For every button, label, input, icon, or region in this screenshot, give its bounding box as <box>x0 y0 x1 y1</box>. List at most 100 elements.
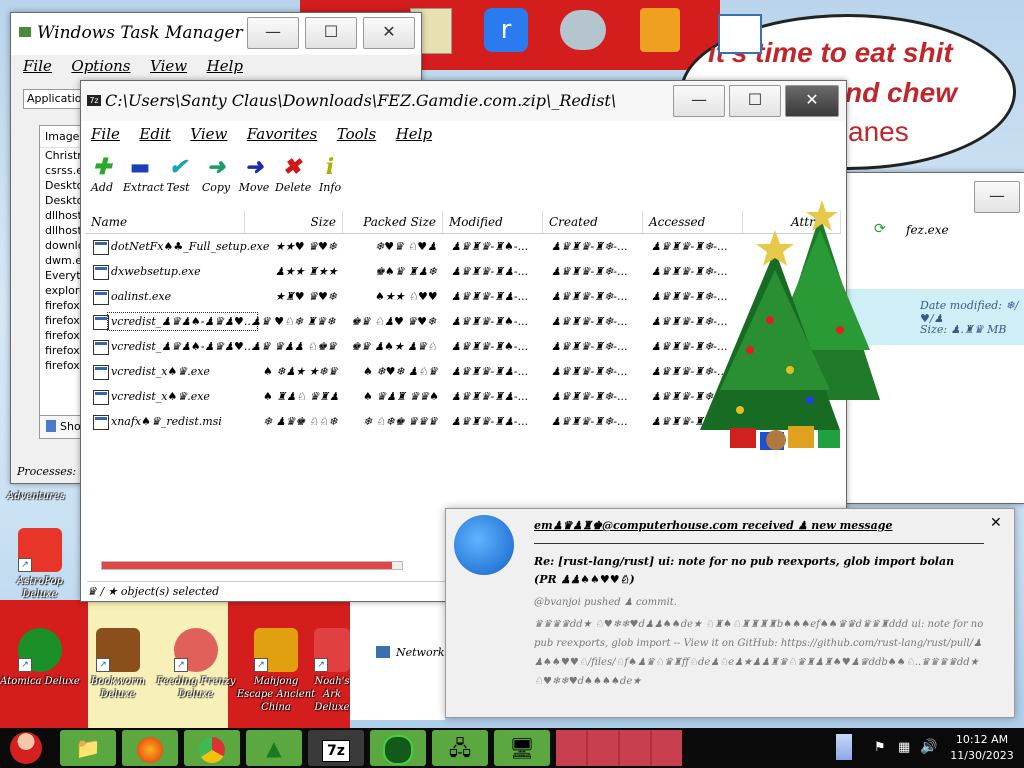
menu-tools[interactable]: Tools <box>337 125 376 143</box>
horizontal-scrollbar[interactable] <box>101 561 403 570</box>
file-packed-size: ♚♛ ♟♠★ ♟♛♘ <box>351 340 437 353</box>
network-label[interactable]: Network <box>396 646 445 659</box>
atomica-icon: ↗ <box>18 628 62 672</box>
file-created: ♟♛♜♛-♜❄-... <box>551 240 628 253</box>
size-label: Size: ♟.♜♛ MB <box>920 323 1007 336</box>
toolbar-copy-button[interactable]: ➜ Copy <box>199 153 233 194</box>
volume-icon[interactable]: 🔊 <box>920 739 937 755</box>
maximize-button[interactable]: ☐ <box>729 85 781 117</box>
taskbar-atomica-icon[interactable] <box>370 730 426 766</box>
sevenzip-titlebar[interactable]: 7z C:\Users\Santy Claus\Downloads\FEZ.Ga… <box>81 81 846 121</box>
taskbar-red-decor <box>556 730 682 766</box>
notification-divider <box>534 543 984 544</box>
column-size[interactable]: Size <box>245 211 343 233</box>
file-modified: ♟♛♜♛-♜♟-... <box>451 390 529 403</box>
delete-x-icon: ✖ <box>282 154 302 180</box>
column-created[interactable]: Created <box>543 211 643 233</box>
file-created: ♟♛♜♛-♜❄-... <box>551 315 628 328</box>
taskbar-computer-icon[interactable]: 🖥 <box>494 730 550 766</box>
file-created: ♟♛♜♛-♜❄-... <box>551 390 628 403</box>
taskbar-firefox-icon[interactable] <box>122 730 178 766</box>
taskbar-christmas-tree-icon[interactable]: ▲ <box>246 730 302 766</box>
menu-file[interactable]: File <box>23 57 52 75</box>
start-button-santa-icon[interactable] <box>4 728 48 768</box>
file-modified: ♟♛♜♛-♜♟-... <box>451 265 529 278</box>
menu-help[interactable]: Help <box>207 57 243 75</box>
toolbar-extract-button[interactable]: ▬ Extract <box>123 153 164 194</box>
mail-notification[interactable]: em♟♛♟♜♚@computerhouse.com received ♟ new… <box>445 508 1015 718</box>
close-icon[interactable]: ✕ <box>990 515 1002 531</box>
toolbar-delete-button[interactable]: ✖ Delete <box>275 153 311 194</box>
desktop-icon-noahs-ark[interactable]: ↗ Noah's Ark Deluxe <box>312 628 352 714</box>
minimize-button[interactable]: — <box>247 17 299 49</box>
minimize-button[interactable]: — <box>974 181 1020 213</box>
taskbar-7zip-icon[interactable]: 7z <box>308 730 364 766</box>
file-created: ♟♛♜♛-♜❄-... <box>551 290 628 303</box>
noahs-ark-icon: ↗ <box>314 628 350 672</box>
desktop-icon-bookworm[interactable]: ↗ Bookworm Deluxe <box>78 628 158 701</box>
exe-icon <box>93 340 109 355</box>
speech-line-3: anes <box>848 116 909 147</box>
menu-favorites[interactable]: Favorites <box>247 125 317 143</box>
show-label: Sho <box>60 420 81 433</box>
shield-icon <box>46 420 56 432</box>
menu-view[interactable]: View <box>190 125 227 143</box>
sevenzip-toolbar: ✚ Add ▬ Extract ✔ Test ➜ Copy ➜ Move ✖ D… <box>85 153 385 203</box>
menu-view[interactable]: View <box>150 57 187 75</box>
desktop-shortcut-shark-icon[interactable] <box>560 10 606 50</box>
clock-time: 10:12 AM <box>955 733 1009 746</box>
taskbar-file-explorer-icon[interactable]: 📁 <box>60 730 116 766</box>
task-manager-status: Processes: ♣ <box>17 465 90 478</box>
bookworm-icon: ↗ <box>96 628 140 672</box>
network-tray-icon[interactable]: ▦ <box>898 740 910 755</box>
desktop-shortcut-window-icon[interactable] <box>718 14 762 54</box>
menu-edit[interactable]: Edit <box>139 125 170 143</box>
clock[interactable]: 10:12 AM 11/30/2023 <box>944 732 1020 764</box>
file-name: oalinst.exe <box>111 290 172 303</box>
desktop-icon-astropop[interactable]: ↗ AstroPop Deluxe <box>0 528 80 601</box>
maximize-button[interactable]: ☐ <box>305 17 357 49</box>
msi-icon <box>93 415 109 430</box>
column-modified[interactable]: Modified <box>443 211 543 233</box>
desktop-icon-atomica[interactable]: ↗ Atomica Deluxe <box>0 628 80 688</box>
toolbar-label: Copy <box>201 181 231 194</box>
plus-icon: ✚ <box>92 154 112 180</box>
desktop-shortcut-game-icon[interactable] <box>640 8 680 52</box>
column-packed-size[interactable]: Packed Size <box>343 211 443 233</box>
toolbar-move-button[interactable]: ➜ Move <box>237 153 271 194</box>
show-hidden-icons-button[interactable] <box>836 734 852 760</box>
desktop-icon-label: AstroPop Deluxe <box>17 576 63 600</box>
menu-help[interactable]: Help <box>396 125 432 143</box>
file-created: ♟♛♜♛-♜❄-... <box>551 365 628 378</box>
desktop-icon-mahjong[interactable]: ↗ Mahjong Escape Ancient China <box>236 628 316 714</box>
minimize-button[interactable]: — <box>673 85 725 117</box>
scrollbar-thumb[interactable] <box>102 562 392 569</box>
column-name[interactable]: Name <box>85 211 245 233</box>
network-icon[interactable] <box>376 646 390 658</box>
toolbar-add-button[interactable]: ✚ Add <box>85 153 119 194</box>
menu-file[interactable]: File <box>91 125 120 143</box>
desktop-shortcut-app-icon[interactable]: r <box>484 8 528 52</box>
file-created: ♟♛♜♛-♜❄-... <box>551 415 628 428</box>
date-modified-label: Date modified: ❄/♥/♟ <box>920 299 1019 325</box>
menu-options[interactable]: Options <box>71 57 130 75</box>
notification-body: ♛♛♛♛dd★ ♘♥❄❄♥d♟♟♠♠de★ ♘♜♠♘♜♜♜♜b♠♠♠ef♠♠♛♛… <box>534 619 984 687</box>
task-manager-icon <box>19 27 31 37</box>
file-name: vcredist_x♠♛.exe <box>111 390 210 403</box>
taskbar-network-icon[interactable]: 🖧 <box>432 730 488 766</box>
sevenzip-menubar: File Edit View Favorites Tools Help <box>91 125 448 143</box>
close-button[interactable]: ✕ <box>785 85 839 117</box>
action-center-flag-icon[interactable]: ⚑ <box>874 740 886 755</box>
task-manager-titlebar[interactable]: Windows Task Manager — ☐ ✕ <box>11 13 421 55</box>
toolbar-test-button[interactable]: ✔ Test <box>161 153 195 194</box>
taskbar-chrome-icon[interactable] <box>184 730 240 766</box>
file-size: ♟♛ ♥♘❄ ♜♛❄ <box>251 315 336 328</box>
file-modified: ♟♛♜♛-♜♟-... <box>451 415 529 428</box>
close-button[interactable]: ✕ <box>363 17 415 49</box>
file-size: ♠ ❄♟★ ★❄♛ <box>263 365 338 378</box>
thunderbird-icon <box>454 515 514 575</box>
desktop-icon-adventures[interactable]: Adventures <box>0 490 76 503</box>
desktop-icon-feeding-frenzy[interactable]: ↗ Feeding Frenzy Deluxe <box>156 628 236 701</box>
toolbar-info-button[interactable]: i Info <box>313 153 347 194</box>
copy-arrow-icon: ➜ <box>206 154 226 180</box>
